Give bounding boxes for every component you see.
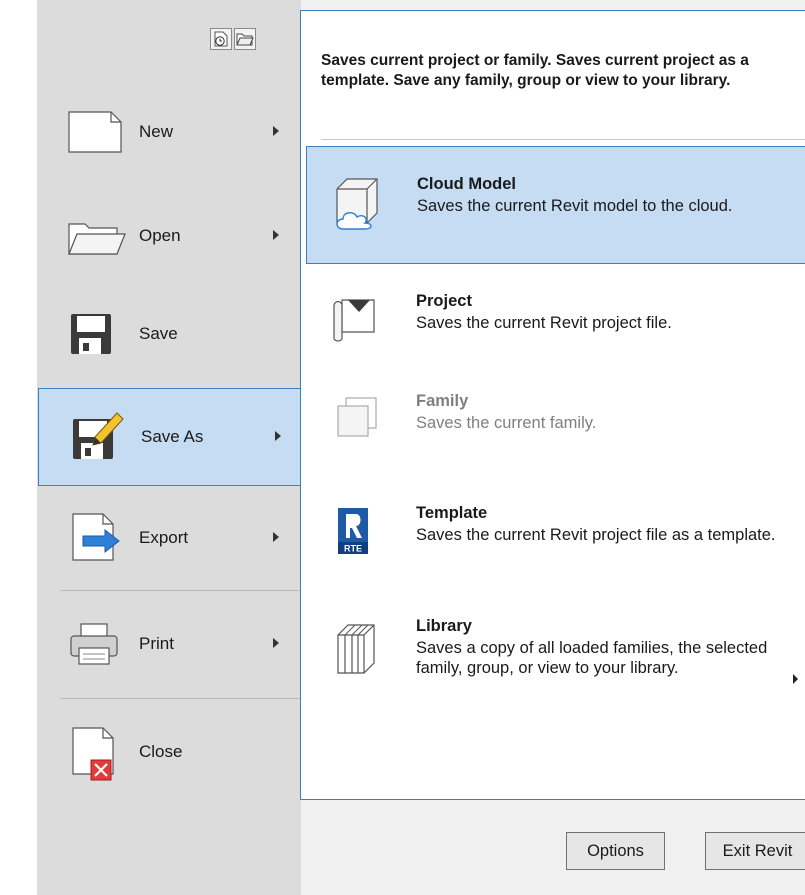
- menu-item-open-label: Open: [139, 226, 181, 245]
- submenu-item-title: Library: [416, 617, 472, 635]
- family-icon: [328, 392, 380, 444]
- submenu-arrow-icon: [273, 638, 279, 648]
- recent-documents-icon[interactable]: [210, 28, 232, 50]
- application-menu: New Open Save Save As Export Print Close…: [0, 0, 805, 895]
- export-icon: [67, 512, 123, 562]
- menu-item-print-label: Print: [139, 634, 174, 653]
- menu-item-new-label: New: [139, 122, 174, 141]
- menu-item-print[interactable]: Print: [37, 596, 301, 694]
- submenu-item-title: Project: [416, 292, 472, 310]
- menu-item-new[interactable]: New: [37, 84, 301, 182]
- project-icon: [328, 292, 380, 344]
- save-as-icon: [69, 411, 125, 461]
- open-documents-icon[interactable]: [234, 28, 256, 50]
- submenu-item-cloud-model[interactable]: Cloud Model Saves the current Revit mode…: [306, 146, 805, 264]
- printer-icon: [67, 618, 123, 668]
- menu-item-save-as[interactable]: Save As: [38, 388, 301, 486]
- submenu-item-template[interactable]: RTE Template Saves the current Revit pro…: [306, 476, 805, 594]
- menu-item-open[interactable]: Open: [37, 188, 301, 286]
- open-folder-icon: [67, 210, 126, 260]
- submenu-item-title: Cloud Model: [417, 175, 516, 193]
- library-icon: [328, 617, 380, 674]
- submenu-item-description: Saves the current Revit project file as …: [416, 526, 776, 544]
- save-as-submenu-panel: Saves current project or family. Saves c…: [300, 10, 805, 800]
- options-button[interactable]: Options: [566, 832, 665, 870]
- top-icon-bar: [210, 28, 256, 50]
- panel-divider: [321, 139, 805, 140]
- submenu-item-title: Family: [416, 392, 469, 410]
- menu-item-save-label: Save: [139, 324, 178, 343]
- menu-item-close-label: Close: [139, 742, 183, 761]
- menu-divider: [60, 590, 300, 591]
- submenu-item-family: Family Saves the current family.: [306, 364, 805, 482]
- cloud-model-icon: [329, 175, 381, 230]
- exit-revit-button[interactable]: Exit Revit: [705, 832, 805, 870]
- save-as-description: Saves current project or family. Saves c…: [321, 52, 749, 89]
- menu-item-save[interactable]: Save: [37, 286, 301, 384]
- template-rte-icon: RTE: [328, 504, 380, 556]
- submenu-arrow-icon: [273, 230, 279, 240]
- menu-item-export-label: Export: [139, 528, 189, 547]
- menu-item-close[interactable]: Close: [37, 704, 301, 802]
- submenu-item-title: Template: [416, 504, 488, 522]
- menu-item-save-as-label: Save As: [141, 427, 204, 446]
- close-document-icon: [67, 726, 123, 781]
- submenu-arrow-icon: [273, 126, 279, 136]
- template-icon-text: RTE: [344, 544, 362, 554]
- new-document-icon: [67, 106, 123, 156]
- submenu-item-description: Saves a copy of all loaded families, the…: [416, 639, 768, 677]
- menu-item-export[interactable]: Export: [37, 490, 301, 588]
- submenu-item-description: Saves the current family.: [416, 414, 597, 432]
- submenu-item-library[interactable]: Library Saves a copy of all loaded famil…: [306, 589, 805, 707]
- submenu-item-description: Saves the current Revit project file.: [416, 314, 672, 332]
- submenu-arrow-icon: [275, 431, 281, 441]
- submenu-arrow-icon: [273, 532, 279, 542]
- save-disk-icon: [67, 308, 123, 358]
- submenu-item-description: Saves the current Revit model to the clo…: [417, 197, 733, 215]
- submenu-arrow-icon: [793, 674, 798, 684]
- menu-divider: [60, 698, 300, 699]
